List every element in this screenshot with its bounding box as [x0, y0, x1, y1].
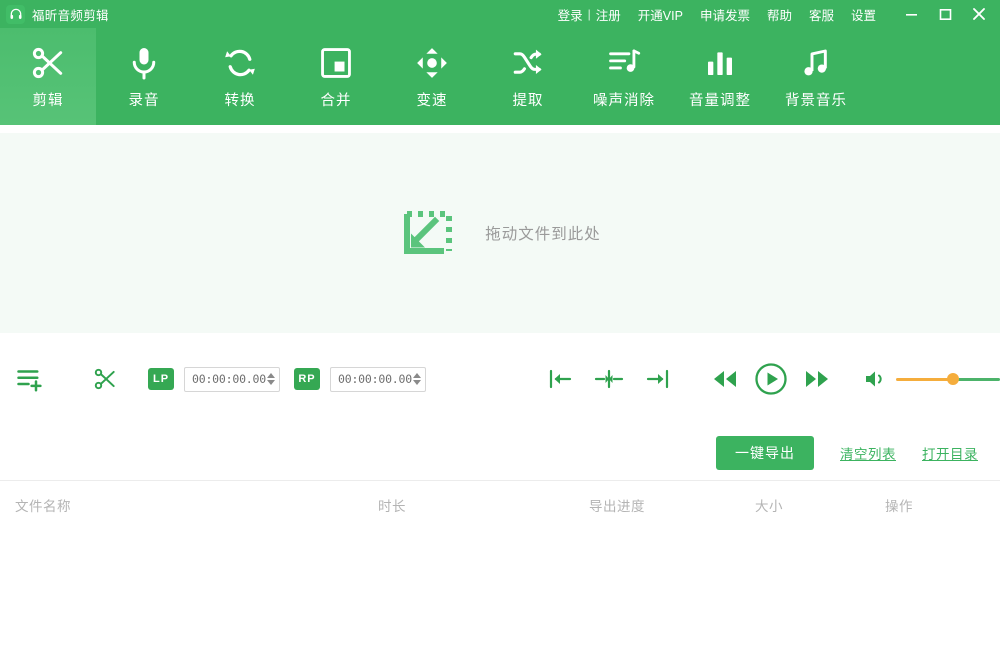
transport-controls	[546, 360, 832, 398]
right-point-time-input[interactable]: 00:00:00.00	[330, 367, 426, 392]
dropzone-content: 拖动文件到此处	[399, 203, 601, 263]
window-controls	[894, 0, 996, 28]
maximize-icon[interactable]	[928, 0, 962, 28]
tab-record[interactable]: 录音	[96, 28, 192, 125]
left-point-time-value: 00:00:00.00	[192, 372, 267, 386]
column-header-operation: 操作	[885, 495, 913, 515]
convert-refresh-icon	[222, 43, 258, 83]
rewind-icon[interactable]	[710, 364, 740, 394]
fast-forward-icon[interactable]	[802, 364, 832, 394]
left-point-stepper[interactable]	[267, 373, 275, 385]
file-dropzone[interactable]: 拖动文件到此处	[0, 133, 1000, 333]
volume-speaker-icon[interactable]	[864, 365, 888, 393]
noise-reduce-icon	[607, 43, 641, 83]
scissors-cut-icon[interactable]	[92, 364, 118, 394]
export-button[interactable]: 一键导出	[716, 436, 814, 470]
login-link[interactable]: 登录	[558, 5, 583, 24]
open-directory-link[interactable]: 打开目录	[922, 443, 978, 463]
tab-clip[interactable]: 剪辑	[0, 28, 96, 125]
tab-convert[interactable]: 转换	[192, 28, 288, 125]
volume-track-filled	[896, 378, 953, 381]
main-toolbar: 剪辑 录音 转换 合并	[0, 28, 1000, 125]
microphone-icon	[126, 43, 162, 83]
column-header-filename: 文件名称	[15, 495, 71, 515]
column-header-duration: 时长	[378, 495, 406, 515]
headphones-icon	[6, 5, 25, 24]
scissors-icon	[29, 43, 67, 83]
column-header-size: 大小	[755, 495, 783, 515]
menu-item-support[interactable]: 客服	[809, 5, 834, 24]
volume-slider-thumb[interactable]	[947, 373, 959, 385]
music-note-icon	[800, 43, 832, 83]
tab-label: 背景音乐	[785, 89, 847, 110]
register-link[interactable]: 注册	[596, 5, 621, 24]
tab-label: 合并	[321, 89, 352, 110]
tab-extract[interactable]: 提取	[480, 28, 576, 125]
menu-item-settings[interactable]: 设置	[851, 5, 876, 24]
speed-dpad-icon	[415, 43, 449, 83]
volume-slider[interactable]	[896, 372, 1000, 386]
close-icon[interactable]	[962, 0, 996, 28]
tab-label: 噪声消除	[593, 89, 655, 110]
play-icon[interactable]	[752, 360, 790, 398]
left-point-time-input[interactable]: 00:00:00.00	[184, 367, 280, 392]
tab-label: 剪辑	[33, 89, 64, 110]
mark-start-icon[interactable]	[546, 364, 576, 394]
clear-list-link[interactable]: 清空列表	[840, 443, 896, 463]
export-action-row: 一键导出 清空列表 打开目录	[0, 425, 1000, 480]
menu-item-vip[interactable]: 开通VIP	[638, 5, 683, 24]
volume-track-remaining	[953, 378, 1000, 381]
minimize-icon[interactable]	[894, 0, 928, 28]
tab-background-music[interactable]: 背景音乐	[768, 28, 864, 125]
add-file-icon[interactable]	[16, 362, 46, 396]
auth-separator: |	[588, 7, 591, 21]
tab-label: 转换	[225, 89, 256, 110]
titlebar-menu: 登录 | 注册 开通VIP 申请发票 帮助 客服 设置	[558, 5, 876, 24]
volume-bars-icon	[704, 43, 736, 83]
auth-group: 登录 | 注册	[558, 5, 621, 24]
right-point-stepper[interactable]	[413, 373, 421, 385]
file-table-header: 文件名称 时长 导出进度 大小 操作	[0, 481, 1000, 527]
tab-noise-reduction[interactable]: 噪声消除	[576, 28, 672, 125]
left-point-badge[interactable]: LP	[148, 368, 174, 390]
menu-item-help[interactable]: 帮助	[767, 5, 792, 24]
right-point-badge[interactable]: RP	[294, 368, 320, 390]
tab-volume-adjust[interactable]: 音量调整	[672, 28, 768, 125]
tab-label: 录音	[129, 89, 160, 110]
editor-control-bar: LP 00:00:00.00 RP 00:00:00.00	[0, 333, 1000, 425]
title-bar: 福昕音频剪辑 登录 | 注册 开通VIP 申请发票 帮助 客服 设置	[0, 0, 1000, 28]
tab-label: 提取	[513, 89, 544, 110]
dropzone-label: 拖动文件到此处	[485, 222, 601, 244]
menu-item-invoice[interactable]: 申请发票	[700, 5, 750, 24]
app-title: 福昕音频剪辑	[32, 5, 109, 24]
tab-speed[interactable]: 变速	[384, 28, 480, 125]
column-header-progress: 导出进度	[589, 495, 645, 515]
tab-merge[interactable]: 合并	[288, 28, 384, 125]
tab-label: 音量调整	[689, 89, 751, 110]
tab-label: 变速	[417, 89, 448, 110]
shuffle-extract-icon	[511, 43, 545, 83]
mark-end-icon[interactable]	[642, 364, 672, 394]
merge-square-icon	[319, 43, 353, 83]
mark-center-icon[interactable]	[592, 364, 626, 394]
file-table-body	[0, 527, 1000, 667]
right-point-time-value: 00:00:00.00	[338, 372, 413, 386]
drag-drop-icon	[399, 203, 459, 263]
